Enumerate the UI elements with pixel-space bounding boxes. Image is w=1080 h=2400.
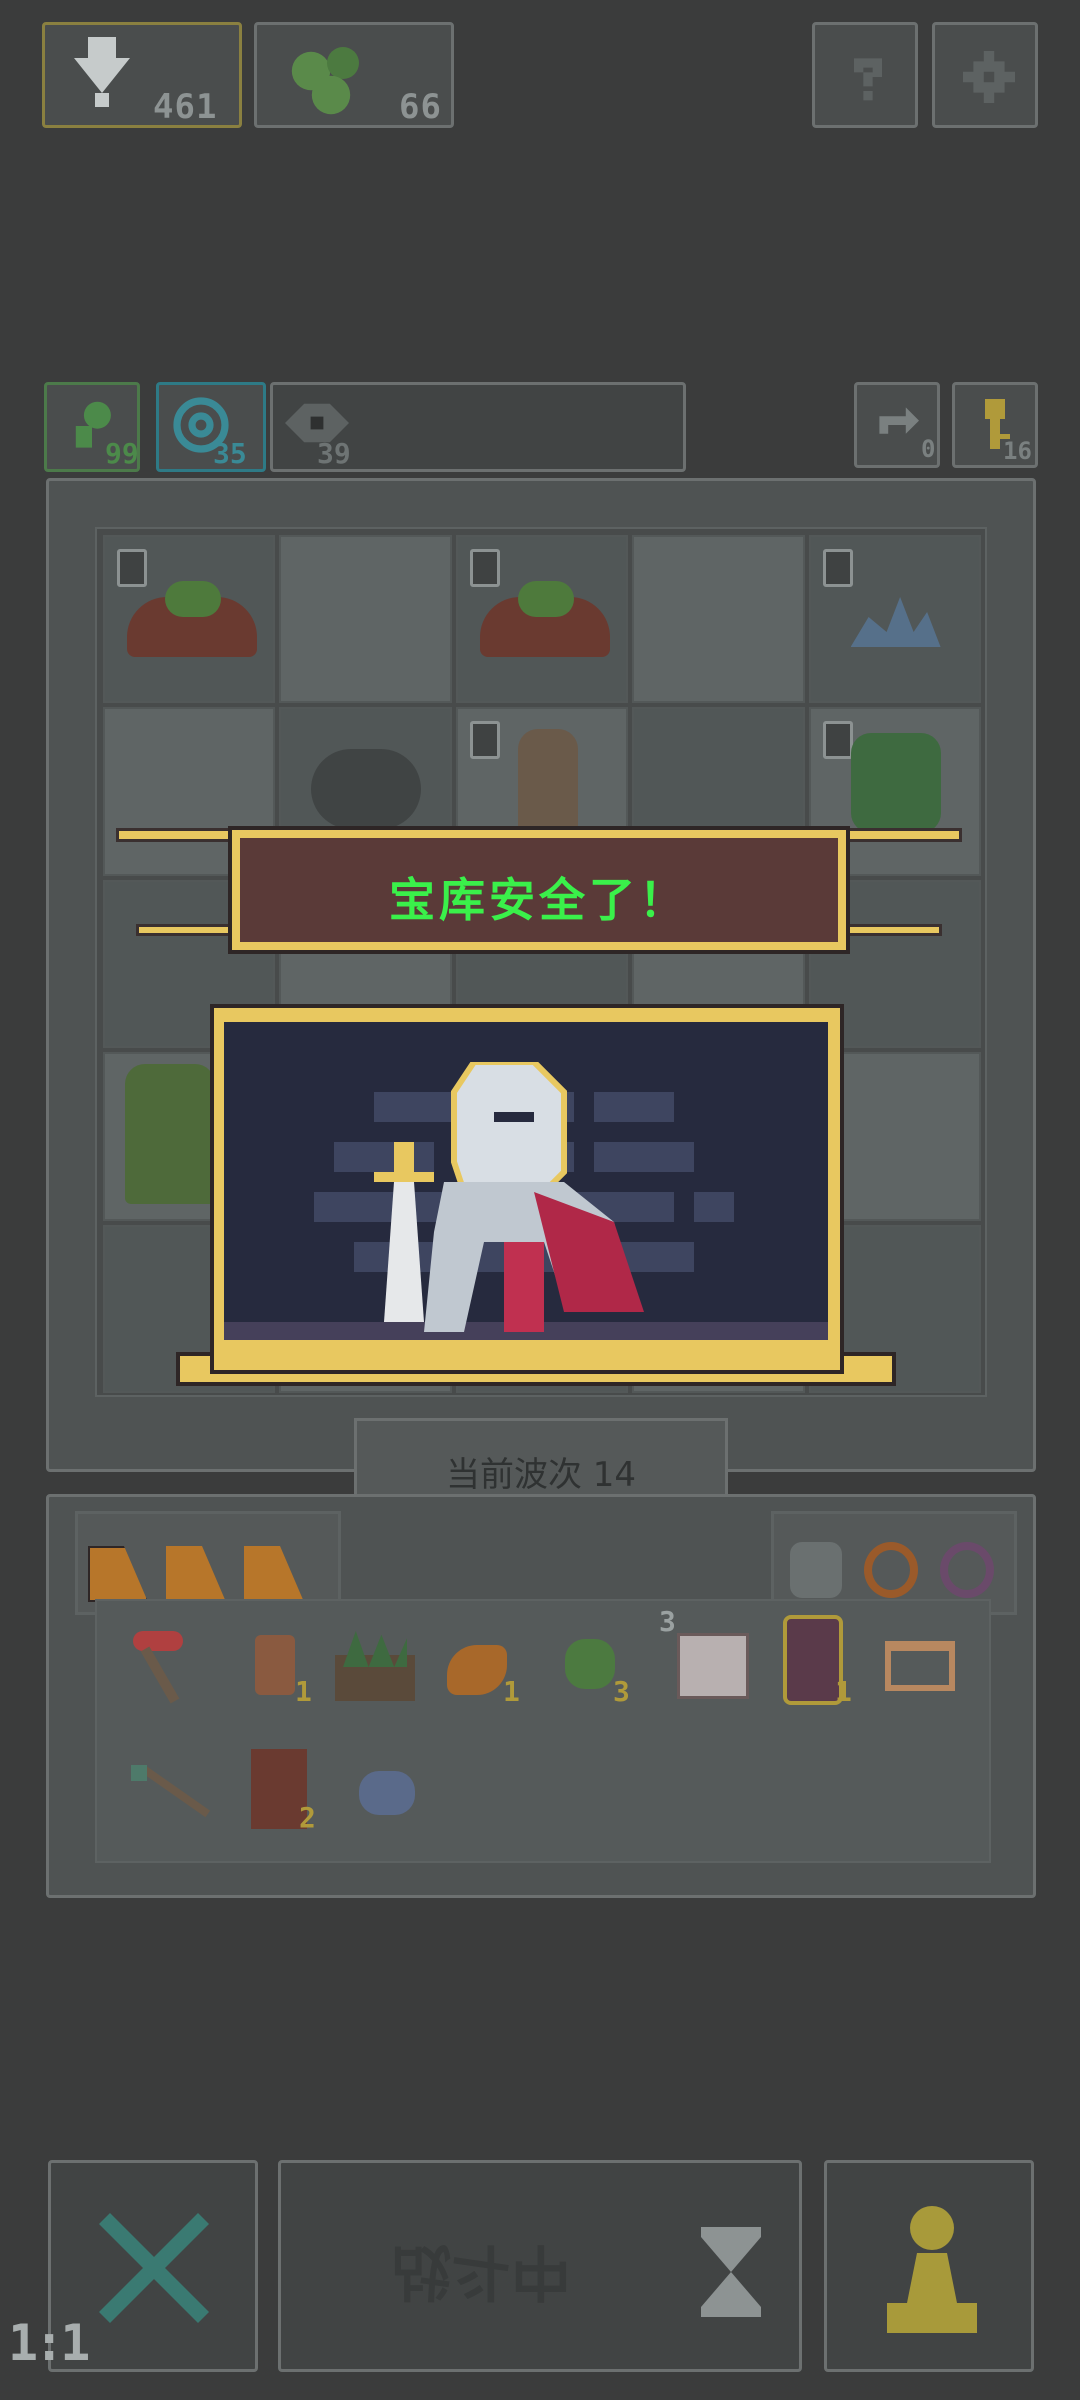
- item-horn[interactable]: 1: [441, 1625, 531, 1708]
- gold-count: 461: [153, 87, 218, 127]
- reroll-button[interactable]: 0: [854, 382, 940, 468]
- hourglass-icon: [701, 2227, 761, 2317]
- item-totem[interactable]: 2: [237, 1743, 337, 1839]
- item-arrow[interactable]: [125, 1751, 215, 1831]
- item-lantern[interactable]: 1: [237, 1625, 317, 1708]
- cell-badge: [469, 721, 500, 760]
- chest-body: [677, 1633, 749, 1699]
- fight-label: 战斗中: [391, 2236, 571, 2306]
- ring-slot-purple[interactable]: [940, 1542, 994, 1598]
- portrait-bg: [224, 1022, 828, 1340]
- settings-icon: [963, 51, 1015, 103]
- pawn-button[interactable]: [824, 2160, 1034, 2372]
- grid-cell[interactable]: [103, 535, 276, 704]
- triangle-tab-1[interactable]: [88, 1546, 148, 1602]
- grid-cell[interactable]: [279, 535, 452, 704]
- item-grass[interactable]: [329, 1625, 419, 1705]
- grid-cell[interactable]: [455, 535, 629, 704]
- triangle-tab-3[interactable]: [244, 1546, 304, 1602]
- knight-icon: [374, 1062, 654, 1332]
- speed-indicator[interactable]: 1:1: [8, 2314, 90, 2372]
- cell-badge: [117, 549, 147, 587]
- stat-spiral-value: 35: [213, 437, 247, 470]
- cell-badge: [469, 549, 500, 587]
- item-count: 1: [503, 1675, 520, 1708]
- portrait-frame: [210, 1004, 844, 1374]
- close-icon: [99, 2213, 209, 2323]
- item-chest[interactable]: 3: [657, 1605, 757, 1705]
- item-rabbit[interactable]: [349, 1751, 429, 1831]
- reroll-count: 0: [921, 435, 936, 463]
- horn-body: [447, 1645, 507, 1695]
- herb-slot[interactable]: 66: [254, 22, 454, 128]
- item-pickaxe[interactable]: [125, 1625, 205, 1705]
- item-count: 1: [835, 1675, 852, 1708]
- merchant-sprite: [517, 729, 578, 830]
- item-count: 3: [613, 1675, 630, 1708]
- item-count: 2: [299, 1801, 316, 1834]
- banner-plate: 宝库安全了！: [228, 826, 850, 954]
- item-herb-bundle[interactable]: 3: [555, 1625, 645, 1708]
- stat-eye[interactable]: 39: [270, 382, 686, 472]
- pickaxe-handle: [140, 1646, 180, 1704]
- fight-button[interactable]: 战斗中: [278, 2160, 802, 2372]
- cell-badge: [822, 721, 853, 760]
- wave-label: 当前波次 14: [445, 1455, 637, 1495]
- arrow-shaft: [139, 1764, 211, 1818]
- item-potion-card[interactable]: 1: [773, 1615, 863, 1715]
- bone-cage: [885, 1641, 955, 1691]
- lantern-body: [255, 1635, 295, 1695]
- bush-leaves: [165, 581, 221, 617]
- resource-bar: 461 66: [42, 22, 462, 130]
- item-count: 1: [295, 1675, 312, 1708]
- potion-card: [783, 1615, 843, 1705]
- crystal-sprite: [850, 597, 941, 647]
- grass-blades: [343, 1631, 407, 1667]
- stat-plant[interactable]: 99: [44, 382, 140, 472]
- stat-plant-value: 99: [105, 437, 139, 470]
- arrow-head: [131, 1765, 147, 1781]
- settings-button[interactable]: [932, 22, 1038, 128]
- item-area: 1 1 3 3 1 2: [95, 1599, 991, 1863]
- herb-bundle: [565, 1639, 615, 1689]
- herb-count: 66: [399, 87, 442, 127]
- helmet-slot[interactable]: [790, 1542, 842, 1598]
- grid-cell[interactable]: [632, 535, 805, 704]
- ring-slot-orange[interactable]: [864, 1542, 918, 1598]
- banner-message: 宝库安全了！: [389, 873, 689, 927]
- inventory-panel: 1 1 3 3 1 2: [46, 1494, 1036, 1898]
- shovel-icon: [67, 37, 137, 107]
- gold-slot[interactable]: 461: [42, 22, 242, 128]
- pickaxe-head: [133, 1631, 183, 1651]
- item-count: 3: [659, 1605, 676, 1638]
- cell-badge: [822, 549, 853, 587]
- item-bone-cage[interactable]: [877, 1625, 967, 1705]
- reroll-icon: [875, 403, 919, 447]
- triangle-tab-2[interactable]: [166, 1546, 226, 1602]
- stat-spiral[interactable]: 35: [156, 382, 266, 472]
- help-button[interactable]: [812, 22, 918, 128]
- pawn-icon: [887, 2203, 977, 2333]
- bush-leaves: [517, 581, 574, 617]
- herb-icon: [287, 39, 367, 119]
- success-banner: 宝库安全了！: [116, 816, 962, 976]
- rabbit-body: [359, 1771, 415, 1815]
- help-icon: [843, 49, 893, 105]
- grid-cell[interactable]: [808, 535, 981, 704]
- stat-eye-value: 39: [317, 437, 351, 470]
- key-count: 16: [1003, 437, 1032, 465]
- knight-portrait: [176, 1004, 896, 1404]
- key-slot[interactable]: 16: [952, 382, 1038, 468]
